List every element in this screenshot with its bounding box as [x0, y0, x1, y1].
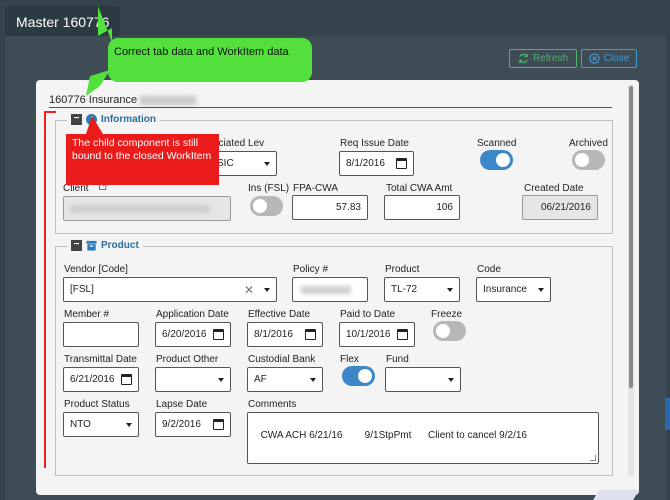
arrow-to-record-title — [86, 70, 110, 96]
annotation-bracket-horizontal — [44, 111, 56, 113]
arrow-to-section — [86, 116, 103, 134]
annotation-bracket-vertical — [44, 111, 46, 468]
decorative-stripe — [593, 490, 639, 500]
side-tab[interactable] — [665, 398, 670, 430]
annotation-arrows — [86, 6, 112, 134]
arrow-to-title — [98, 6, 112, 42]
annotation-callout-red: The child component is still bound to th… — [66, 134, 219, 185]
